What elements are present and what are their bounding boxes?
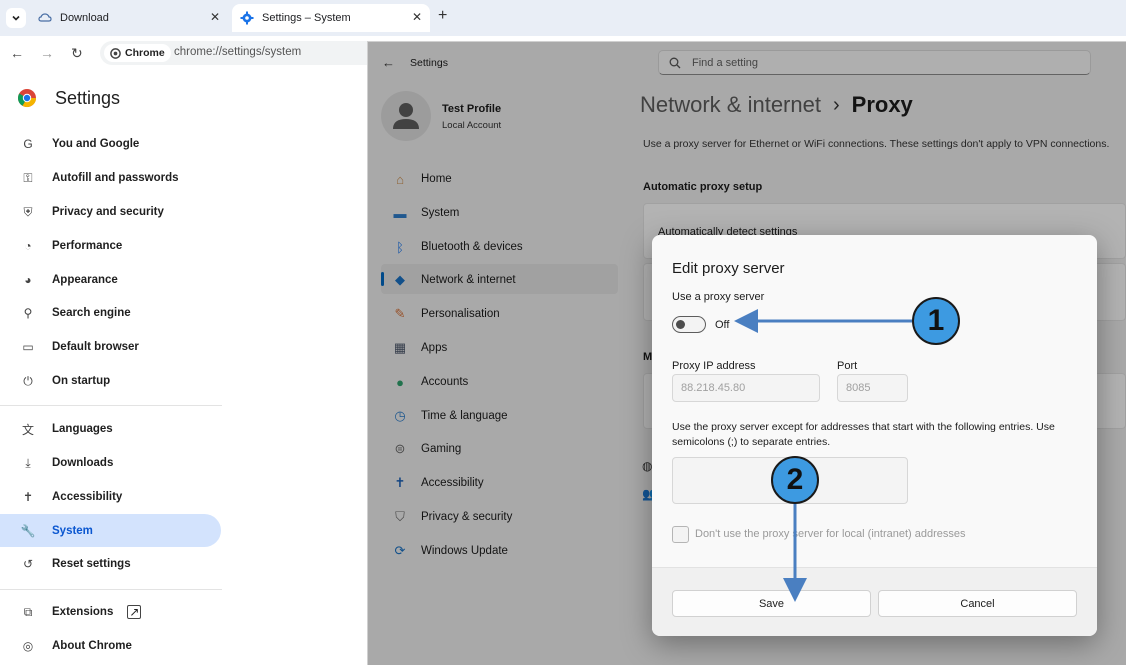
divider — [0, 589, 222, 590]
local-address-checkbox[interactable] — [672, 526, 689, 543]
port-input[interactable]: 8085 — [837, 374, 908, 402]
gear-icon — [240, 11, 254, 25]
sidebar-item-search-engine[interactable]: ⚲ Search engine — [20, 303, 220, 323]
accessibility-icon: ✝ — [22, 490, 34, 504]
translate-icon: 文 — [21, 422, 34, 437]
sidebar-item-label: Extensions — [52, 606, 114, 618]
sidebar-item-languages[interactable]: 文 Languages — [20, 419, 220, 439]
palette-icon: ◕ — [24, 273, 32, 287]
sidebar-item-label: Autofill and passwords — [52, 172, 179, 184]
address-bar[interactable]: Chrome chrome://settings/system — [100, 41, 400, 65]
sidebar-item-downloads[interactable]: ⤓ Downloads — [20, 453, 220, 473]
tab-download[interactable]: Download ✕ — [30, 4, 228, 32]
sidebar-item-label: Performance — [52, 240, 123, 252]
sidebar-item-label: Accessibility — [52, 491, 123, 503]
close-tab-icon[interactable]: ✕ — [412, 10, 422, 24]
wrench-icon: 🔧 — [20, 524, 36, 538]
use-proxy-toggle[interactable] — [672, 316, 706, 333]
exceptions-text: Use the proxy server except for addresse… — [672, 421, 1055, 448]
power-icon: ⏻ — [23, 373, 33, 388]
local-address-label: Don't use the proxy server for local (in… — [695, 528, 966, 540]
divider — [0, 405, 222, 406]
chevron-down-icon — [12, 15, 20, 21]
sidebar-item-label: Privacy and security — [52, 206, 164, 218]
edit-proxy-dialog: Edit proxy server Use a proxy server Off… — [652, 235, 1097, 636]
sidebar-item-about-chrome[interactable]: ◎ About Chrome — [20, 636, 220, 656]
chrome-settings-title: Settings — [55, 88, 121, 108]
cancel-button[interactable]: Cancel — [878, 590, 1077, 617]
new-tab-button[interactable]: + — [438, 7, 447, 25]
chrome-logo-icon — [17, 89, 36, 108]
search-icon: ⚲ — [23, 306, 33, 320]
dialog-title: Edit proxy server — [672, 260, 785, 277]
sidebar-item-label: System — [52, 525, 93, 537]
sidebar-item-label: On startup — [52, 375, 111, 387]
browser-window-icon: ▭ — [22, 340, 34, 354]
chrome-icon: ◎ — [22, 639, 34, 653]
download-icon: ⤓ — [25, 455, 31, 470]
annotation-badge-2: 2 — [771, 456, 819, 504]
back-arrow-icon[interactable]: ← — [10, 45, 24, 61]
reload-icon[interactable]: ↻ — [71, 45, 83, 62]
tab-label: Settings – System — [262, 12, 351, 24]
toggle-knob — [676, 320, 685, 329]
sidebar-item-label: Reset settings — [52, 558, 131, 570]
chrome-icon — [110, 47, 121, 59]
tab-label: Download — [60, 12, 109, 24]
sidebar-item-label: About Chrome — [52, 640, 132, 652]
close-tab-icon[interactable]: ✕ — [210, 10, 220, 24]
sidebar-item-label: Languages — [52, 423, 113, 435]
sidebar-item-label: Downloads — [52, 457, 114, 469]
use-proxy-label: Use a proxy server — [672, 291, 765, 303]
google-g-icon: G — [23, 137, 33, 151]
sidebar-item-accessibility[interactable]: ✝ Accessibility — [20, 487, 220, 507]
forward-arrow-icon[interactable]: → — [40, 45, 54, 61]
external-link-icon: ↗ — [127, 605, 142, 619]
speedometer-icon: ◔ — [24, 239, 32, 253]
sidebar-item-label: Default browser — [52, 341, 139, 353]
proxy-ip-label: Proxy IP address — [672, 360, 756, 372]
sidebar-item-on-startup[interactable]: ⏻ On startup — [20, 371, 220, 391]
port-label: Port — [837, 360, 858, 372]
chrome-settings-logo — [17, 88, 37, 108]
sidebar-item-system[interactable]: 🔧 System — [20, 521, 220, 541]
tab-search-button[interactable] — [6, 8, 26, 28]
site-chip-label: Chrome — [125, 47, 165, 59]
shield-icon: ⛨ — [23, 204, 33, 219]
sidebar-item-extensions[interactable]: ⧉ Extensions ↗ — [20, 602, 220, 622]
key-icon: ⚿ — [23, 170, 33, 185]
sidebar-item-default-browser[interactable]: ▭ Default browser — [20, 337, 220, 357]
sidebar-item-reset-settings[interactable]: ↺ Reset settings — [20, 554, 220, 574]
sidebar-item-label: Appearance — [52, 274, 118, 286]
cloud-icon — [38, 13, 52, 22]
toggle-state-label: Off — [715, 319, 730, 331]
reset-icon: ↺ — [22, 557, 34, 571]
sidebar-item-appearance[interactable]: ◕ Appearance — [20, 270, 220, 290]
tab-settings-system[interactable]: Settings – System ✕ — [232, 4, 430, 32]
sidebar-item-performance[interactable]: ◔ Performance — [20, 236, 220, 256]
site-info-chip[interactable]: Chrome — [104, 44, 171, 62]
url-text: chrome://settings/system — [174, 46, 302, 58]
sidebar-item-privacy-and-security[interactable]: ⛨ Privacy and security — [20, 202, 220, 222]
save-button[interactable]: Save — [672, 590, 871, 617]
proxy-ip-input[interactable]: 88.218.45.80 — [672, 374, 820, 402]
sidebar-item-autofill-and-passwords[interactable]: ⚿ Autofill and passwords — [20, 168, 220, 188]
tab-strip: Download ✕ Settings – System ✕ + — [0, 0, 1126, 36]
annotation-badge-1: 1 — [912, 297, 960, 345]
puzzle-icon: ⧉ — [23, 604, 33, 619]
sidebar-item-you-and-google[interactable]: G You and Google — [20, 134, 220, 154]
sidebar-item-label: Search engine — [52, 307, 131, 319]
sidebar-item-label: You and Google — [52, 138, 140, 150]
